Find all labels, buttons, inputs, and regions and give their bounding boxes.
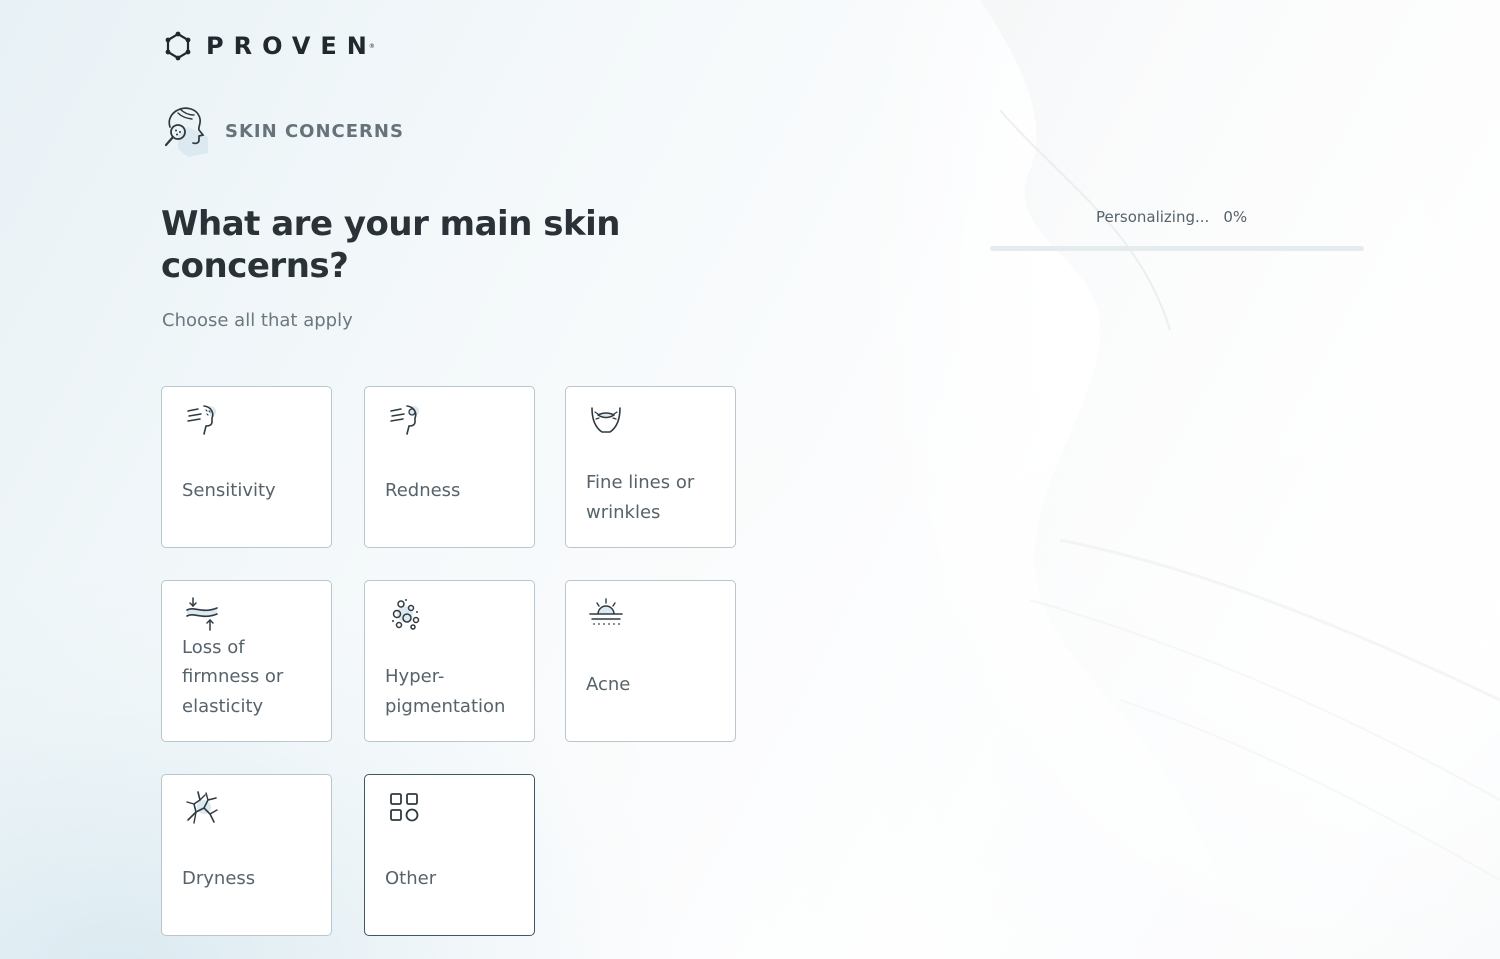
option-label: Sensitivity xyxy=(182,480,276,501)
face-magnifier-icon xyxy=(164,107,208,157)
option-label: Redness xyxy=(385,480,461,501)
progress-text: Personalizing... 0% xyxy=(990,205,1364,229)
option-other[interactable]: Other xyxy=(364,774,535,936)
option-label: Acne xyxy=(586,674,631,695)
dryness-icon xyxy=(186,791,218,824)
registered-mark: ® xyxy=(368,42,375,50)
option-acne[interactable]: Acne xyxy=(565,580,736,742)
option-hyperpigmentation[interactable]: Hyper-pigmentation xyxy=(364,580,535,742)
option-label: Dryness xyxy=(182,868,256,889)
brand-name: PROVEN xyxy=(206,32,377,60)
option-label: Fine lines or wrinkles xyxy=(586,472,695,523)
option-label: Hyper-pigmentation xyxy=(385,666,506,717)
section-header: SKIN CONCERNS xyxy=(162,105,404,157)
firmness-icon xyxy=(186,597,218,631)
redness-icon xyxy=(390,405,419,435)
progress-label: Personalizing... xyxy=(1096,208,1210,226)
option-fine-lines[interactable]: Fine lines or wrinkles xyxy=(565,386,736,548)
option-dryness[interactable]: Dryness xyxy=(161,774,332,936)
fine-lines-icon xyxy=(591,407,621,433)
option-firmness[interactable]: Loss of firmness or elasticity xyxy=(161,580,332,742)
personalization-progress: Personalizing... 0% xyxy=(990,205,1364,251)
proven-logo-mark-icon xyxy=(165,31,191,61)
proven-logo[interactable]: PROVEN ® xyxy=(162,30,375,62)
acne-icon xyxy=(589,598,623,625)
section-title: SKIN CONCERNS xyxy=(225,120,404,142)
progress-track xyxy=(990,246,1364,251)
question-title: What are your main skin concerns? xyxy=(161,204,620,286)
hyperpigmentation-icon xyxy=(392,599,420,630)
option-label: Other xyxy=(385,868,437,889)
progress-percent: 0% xyxy=(1223,208,1248,226)
sensitivity-icon xyxy=(187,405,217,435)
other-grid-icon xyxy=(390,793,419,822)
option-sensitivity[interactable]: Sensitivity xyxy=(161,386,332,548)
question-hint: Choose all that apply xyxy=(162,310,353,331)
option-label: Loss of firmness or elasticity xyxy=(182,636,284,717)
option-redness[interactable]: Redness xyxy=(364,386,535,548)
background-swirl xyxy=(980,0,1500,959)
